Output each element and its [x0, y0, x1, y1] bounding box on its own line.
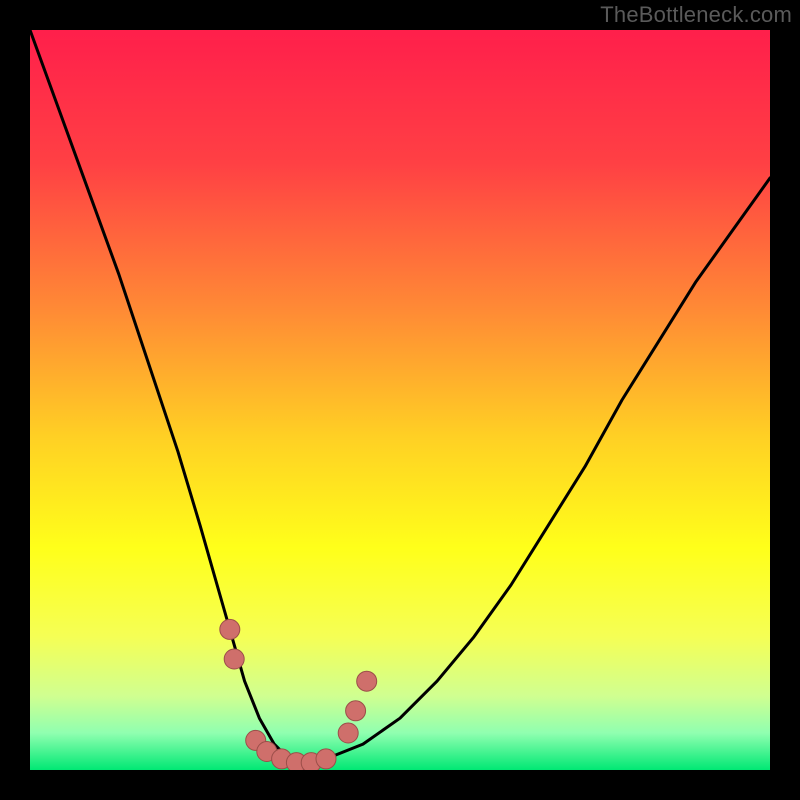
- plot-area: [30, 30, 770, 770]
- data-marker: [316, 749, 336, 769]
- data-marker: [357, 671, 377, 691]
- data-marker: [338, 723, 358, 743]
- data-marker: [346, 701, 366, 721]
- data-marker: [220, 619, 240, 639]
- watermark-text: TheBottleneck.com: [600, 2, 792, 28]
- data-marker: [224, 649, 244, 669]
- chart-frame: TheBottleneck.com: [0, 0, 800, 800]
- bottleneck-curve: [30, 30, 770, 770]
